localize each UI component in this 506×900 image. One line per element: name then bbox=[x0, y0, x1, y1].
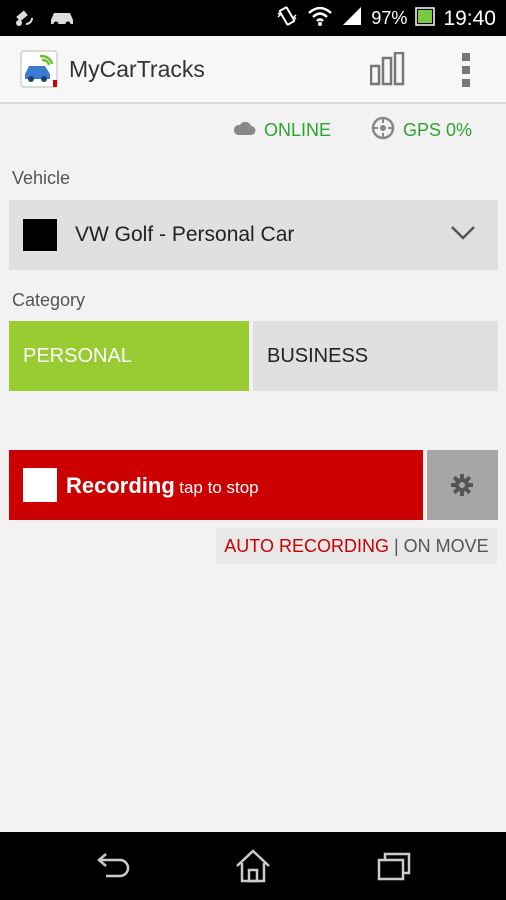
vehicle-label: Vehicle bbox=[12, 168, 71, 188]
recording-title: Recording bbox=[66, 473, 175, 498]
battery-percent: 97% bbox=[371, 8, 408, 28]
vehicle-color-swatch bbox=[23, 219, 57, 251]
chevron-down-icon bbox=[450, 224, 476, 242]
satellite-icon bbox=[12, 6, 36, 35]
wifi-icon bbox=[307, 5, 333, 32]
category-personal-button[interactable]: PERSONAL bbox=[9, 321, 249, 391]
recent-apps-icon[interactable] bbox=[374, 848, 414, 884]
battery-icon bbox=[415, 5, 436, 32]
recording-stop-button[interactable]: Recording tap to stop bbox=[9, 450, 423, 520]
auto-recording-separator: | bbox=[393, 535, 399, 556]
auto-recording-label: AUTO RECORDING bbox=[224, 535, 389, 556]
back-icon[interactable] bbox=[92, 848, 132, 884]
recording-settings-button[interactable] bbox=[427, 450, 498, 520]
signal-icon bbox=[341, 5, 363, 32]
vehicle-dropdown[interactable]: VW Golf - Personal Car bbox=[9, 200, 498, 270]
vehicle-name: VW Golf - Personal Car bbox=[75, 223, 295, 246]
car-icon bbox=[48, 8, 76, 33]
clock: 19:40 bbox=[443, 6, 496, 30]
app-logo-icon bbox=[20, 48, 60, 90]
category-business-button[interactable]: BUSINESS bbox=[253, 321, 498, 391]
online-status: ONLINE bbox=[232, 116, 331, 144]
online-label: ONLINE bbox=[264, 119, 332, 140]
gps-icon bbox=[371, 116, 395, 145]
gps-status: GPS 0% bbox=[371, 116, 472, 144]
auto-recording-mode: ON MOVE bbox=[403, 535, 489, 556]
app-bar: MyCarTracks bbox=[0, 36, 506, 104]
stop-icon bbox=[23, 468, 57, 502]
status-bar: 97% 19:40 bbox=[0, 0, 506, 36]
recording-hint: tap to stop bbox=[179, 478, 259, 497]
overflow-menu-icon[interactable] bbox=[455, 50, 477, 90]
gps-label: GPS 0% bbox=[403, 119, 473, 140]
bar-chart-icon[interactable] bbox=[369, 51, 406, 86]
category-label: Category bbox=[12, 290, 86, 310]
home-icon[interactable] bbox=[233, 848, 273, 884]
recording-text: Recording tap to stop bbox=[66, 473, 259, 499]
vibrate-icon bbox=[275, 4, 299, 33]
navigation-bar bbox=[0, 832, 506, 900]
app-title: MyCarTracks bbox=[69, 56, 205, 82]
cloud-icon bbox=[232, 119, 256, 142]
auto-recording-setting[interactable]: AUTO RECORDING | ON MOVE bbox=[216, 528, 497, 564]
